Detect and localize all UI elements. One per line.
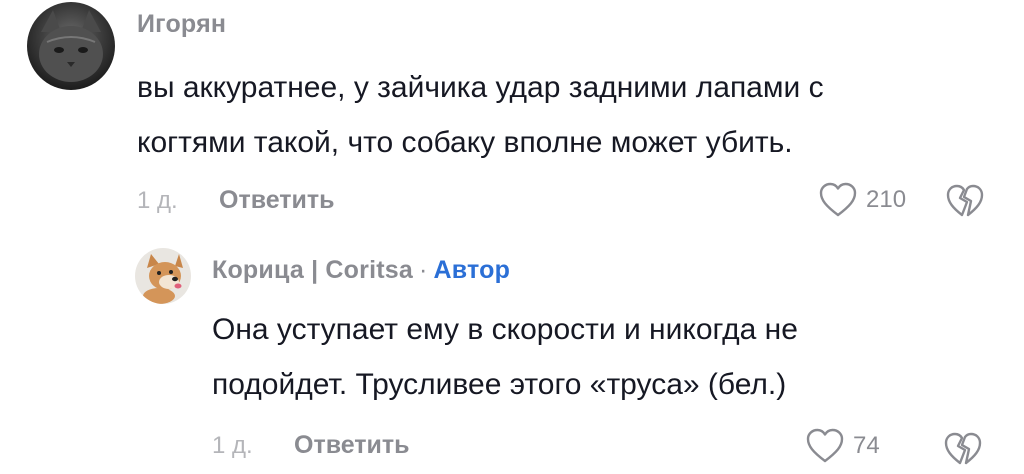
separator-dot: ·	[418, 256, 428, 284]
user-avatar[interactable]	[135, 248, 191, 304]
like-button[interactable]: 210	[818, 181, 906, 219]
comment-text-line: Она уступает ему в скорости и никогда не	[212, 313, 798, 346]
comment-text: вы аккуратнее, у зайчика удар задними ла…	[137, 60, 824, 170]
username-row: Корица | Coritsa · Автор	[212, 256, 510, 285]
user-avatar[interactable]	[27, 2, 115, 90]
timestamp: 1 д.	[212, 431, 253, 459]
username[interactable]: Игорян	[137, 10, 226, 39]
comment-meta: 1 д. Ответить	[212, 431, 410, 460]
username[interactable]: Корица | Coritsa	[212, 256, 413, 284]
timestamp: 1 д.	[137, 186, 178, 214]
heart-icon	[806, 428, 844, 463]
reply-button[interactable]: Ответить	[294, 431, 410, 460]
comment-text-line: вы аккуратнее, у зайчика удар задними ла…	[137, 71, 824, 104]
heart-icon	[819, 182, 857, 217]
like-count: 74	[853, 432, 880, 459]
broken-heart-icon	[944, 432, 982, 465]
author-badge: Автор	[433, 256, 511, 284]
dislike-button[interactable]	[945, 181, 985, 226]
comment-meta: 1 д. Ответить	[137, 186, 335, 215]
dislike-button[interactable]	[943, 429, 983, 474]
comment-text-line: подойдет. Трусливее этого «труса» (бел.)	[212, 368, 787, 401]
reply-button[interactable]: Ответить	[219, 186, 335, 215]
like-count: 210	[866, 186, 907, 213]
comment-text-line: когтями такой, что собаку вполне может у…	[137, 126, 793, 159]
like-button[interactable]: 74	[805, 427, 880, 465]
cat-avatar-icon	[27, 2, 115, 90]
dog-avatar-icon	[135, 248, 191, 304]
comment-text: Она уступает ему в скорости и никогда не…	[212, 302, 798, 412]
broken-heart-icon	[946, 184, 984, 217]
